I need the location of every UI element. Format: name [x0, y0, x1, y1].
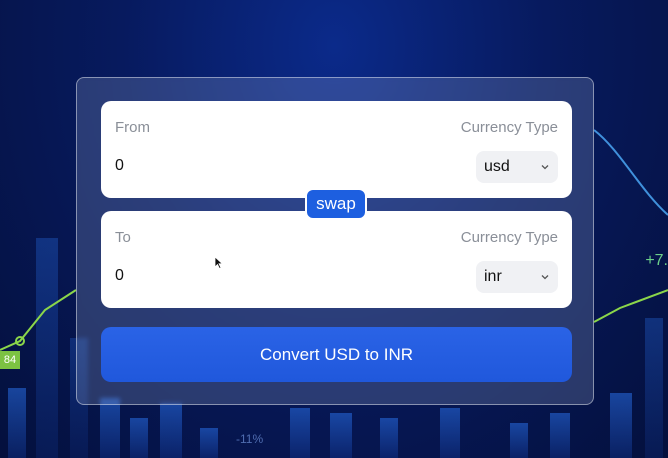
- to-currency-value: inr: [484, 268, 502, 285]
- mouse-pointer-icon: [214, 256, 224, 270]
- to-currency-select[interactable]: inr: [476, 261, 558, 293]
- chevron-down-icon: [541, 275, 549, 280]
- from-currency-value: usd: [484, 158, 510, 175]
- swap-button[interactable]: swap: [305, 188, 367, 220]
- from-label: From: [115, 119, 150, 136]
- to-panel: To Currency Type inr: [101, 211, 572, 308]
- from-amount-input[interactable]: [115, 153, 315, 179]
- from-currency-select[interactable]: usd: [476, 151, 558, 183]
- to-currency-type-label: Currency Type: [460, 229, 558, 246]
- from-currency-type-label: Currency Type: [460, 119, 558, 136]
- bg-price-tag: 84: [0, 351, 20, 369]
- chevron-down-icon: [541, 165, 549, 170]
- bg-change-label: +7.: [645, 252, 668, 269]
- convert-button[interactable]: Convert USD to INR: [101, 327, 572, 382]
- from-panel: From Currency Type usd: [101, 101, 572, 198]
- to-label: To: [115, 229, 131, 246]
- bg-percent-label: -11%: [236, 432, 264, 446]
- converter-card: From Currency Type usd To Currency Type …: [76, 77, 594, 405]
